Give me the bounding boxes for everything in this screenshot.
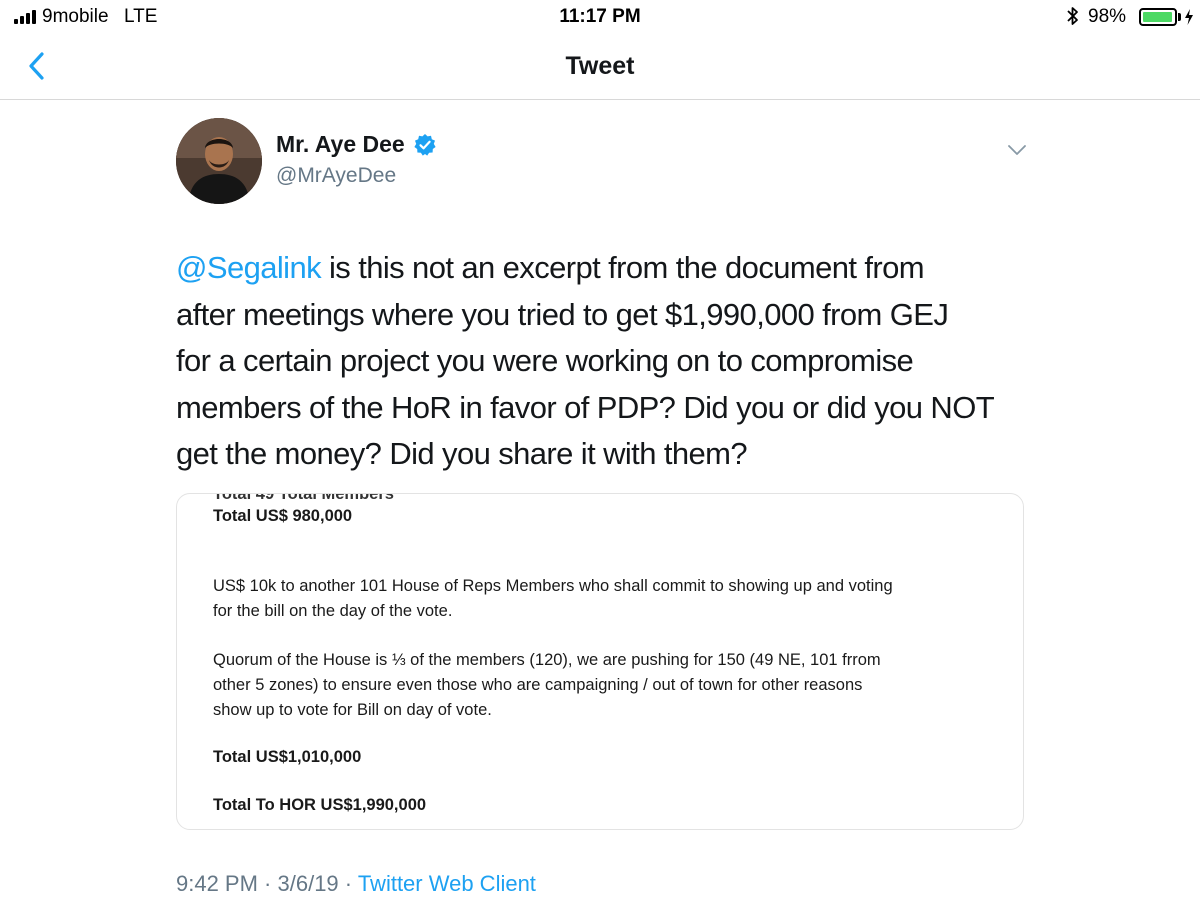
battery-icon	[1139, 8, 1177, 26]
tweet-timestamp: 9:42 PM · 3/6/19 · Twitter Web Client	[176, 871, 536, 897]
author-name-row[interactable]: Mr. Aye Dee	[276, 131, 437, 158]
chevron-down-icon[interactable]	[1004, 140, 1030, 160]
tweet-media-image[interactable]: Total 49 Total Members Total US$ 980,000…	[176, 493, 1024, 830]
tweet-line-1-text: is this not an excerpt from the document…	[320, 250, 925, 285]
document-para-1-line-1: US$ 10k to another 101 House of Reps Mem…	[213, 577, 893, 595]
status-bar: 9mobile LTE 11:17 PM 98%	[0, 0, 1200, 34]
battery-level-fill	[1143, 12, 1173, 22]
document-total-hor: Total To HOR US$1,990,000	[213, 796, 427, 814]
tweet-text: @Segalink is this not an excerpt from th…	[176, 245, 1036, 478]
tweet-line-2: after meetings where you tried to get $1…	[176, 296, 949, 332]
document-para-1-line-2: for the bill on the day of the vote.	[213, 602, 453, 620]
timestamp-separator: ·	[257, 871, 278, 896]
tweet-date: 3/6/19	[277, 871, 339, 896]
tweet-time: 9:42 PM	[176, 871, 258, 896]
document-cut-line: Total 49 Total Members	[213, 493, 394, 503]
document-para-2-line-1: Quorum of the House is ⅓ of the members …	[213, 651, 881, 669]
page-title: Tweet	[565, 52, 635, 80]
status-clock: 11:17 PM	[559, 6, 641, 27]
avatar-photo	[176, 118, 262, 204]
author-display-name[interactable]: Mr. Aye Dee	[276, 131, 405, 158]
tweet-line-4: members of the HoR in favor of PDP? Did …	[176, 389, 995, 425]
document-total-1: Total US$ 980,000	[213, 507, 353, 525]
timestamp-separator-2: ·	[338, 871, 358, 896]
mention-link[interactable]: @Segalink	[176, 250, 322, 285]
document-para-2-line-2: other 5 zones) to ensure even those who …	[213, 676, 863, 694]
tweet-line-5: get the money? Did you share it with the…	[176, 436, 748, 471]
navigation-bar: Tweet	[0, 34, 1200, 100]
battery-percent: 98%	[1088, 6, 1127, 27]
verified-badge-icon	[414, 133, 436, 156]
battery-tip	[1178, 13, 1181, 21]
tweet-line-1: @Segalink is this not an excerpt from th…	[176, 245, 1036, 292]
charging-bolt-icon	[1185, 9, 1193, 25]
tweet-client-link[interactable]: Twitter Web Client	[358, 871, 536, 896]
bluetooth-icon	[1067, 7, 1078, 25]
document-para-2-line-3: show up to vote for Bill on day of vote.	[213, 701, 492, 719]
avatar[interactable]	[176, 118, 262, 204]
author-handle[interactable]: @MrAyeDee	[276, 164, 396, 188]
tweet-line-3: for a certain project you were working o…	[176, 343, 914, 378]
document-total-2: Total US$1,010,000	[213, 748, 362, 766]
